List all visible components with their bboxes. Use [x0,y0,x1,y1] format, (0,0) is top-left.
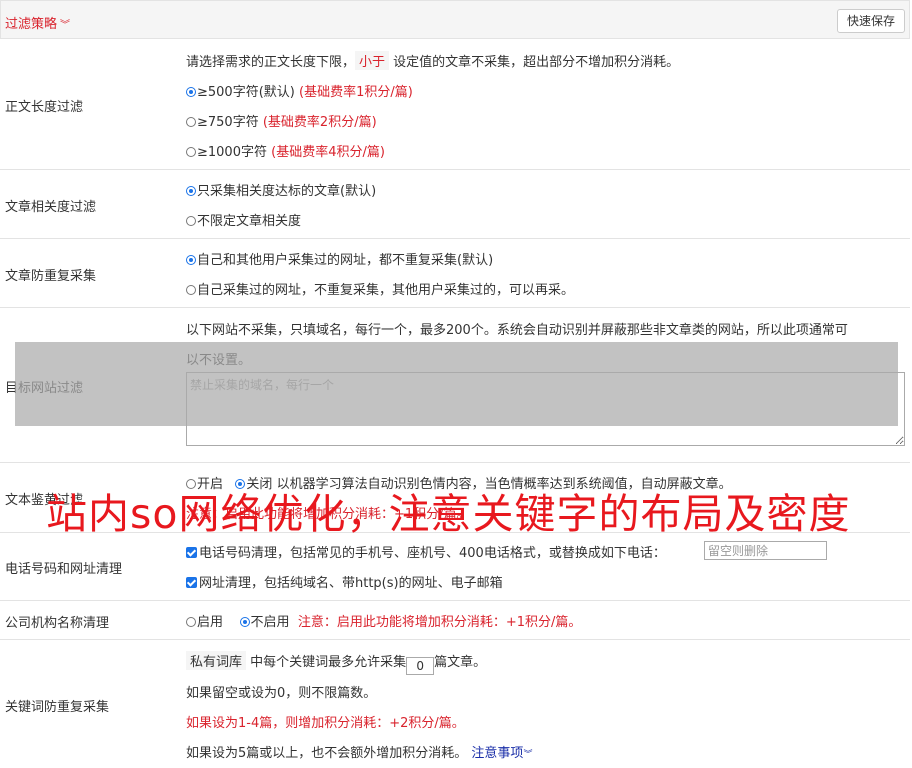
notes-link[interactable]: 注意事项︾ [471,746,532,761]
checkbox[interactable] [186,577,197,588]
length-desc-pre: 请选择需求的正文长度下限， [186,55,356,70]
option-text: 不启用 [250,615,290,630]
site-filter-label: 目标网站过滤 [5,381,84,396]
site-filter-desc-1: 以下网站不采集，只填域名，每行一个，最多200个。系统会自动识别并屏蔽那些非文章… [186,323,848,338]
notes-link-text: 注意事项 [471,746,524,761]
option-text: 只采集相关度达标的文章(默认) [197,184,377,199]
option-text: ≥1000字符 [197,145,267,160]
radio-button[interactable] [186,285,196,295]
dedupe-option-all[interactable]: 自己和其他用户采集过的网址，都不重复采集(默认) [186,249,493,268]
blocked-domains-textarea[interactable] [186,372,905,446]
company-clean-note: 注意：启用此功能将增加积分消耗：+1积分/篇。 [297,615,582,630]
header-title: 过滤策略 [5,17,58,32]
option-text: ≥500字符(默认) [197,85,295,100]
quick-save-button[interactable]: 快速保存 [836,9,905,33]
max-articles-input[interactable]: 0 [406,657,435,675]
contact-clean-label: 电话号码和网址清理 [5,562,123,577]
radio-button[interactable] [186,255,196,265]
checkbox[interactable] [186,547,197,558]
chevron-down-icon: ︾ [523,750,533,760]
keyword-line4-text: 如果设为5篇或以上，也不会额外增加积分消耗。 [186,746,468,761]
keyword-dedupe-label: 关键词防重复采集 [5,700,110,715]
length-filter-label: 正文长度过滤 [5,100,84,115]
radio-button[interactable] [186,617,196,627]
keyword-dedupe-line3: 如果设为1-4篇，则增加积分消耗：+2积分/篇。 [186,716,465,731]
length-option-750[interactable]: ≥750字符 (基础费率2积分/篇) [186,111,377,130]
length-desc-tag: 小于 [355,51,390,70]
company-clean-row: 公司机构名称清理 启用 不启用 注意：启用此功能将增加积分消耗：+1积分/篇。 [0,601,910,640]
filter-strategy-header: 过滤策略 ︾ 快速保存 [0,0,910,39]
length-filter-row: 正文长度过滤 请选择需求的正文长度下限， 小于 设定值的文章不采集，超出部分不增加… [0,40,910,170]
url-clean-option[interactable]: 网址清理，包括纯域名、带http(s)的网址、电子邮箱 [186,572,503,591]
option-note: (基础费率1积分/篇) [299,85,413,100]
site-filter-desc-2: 以不设置。 [186,353,252,368]
dedupe-row: 文章防重复采集 自己和其他用户采集过的网址，都不重复采集(默认) 自己采集过的网… [0,239,910,308]
radio-button[interactable] [186,216,196,226]
company-clean-label: 公司机构名称清理 [5,616,110,631]
dedupe-option-self[interactable]: 自己采集过的网址，不重复采集，其他用户采集过的，可以再采。 [186,279,574,298]
phone-clean-text: 电话号码清理，包括常见的手机号、座机号、400电话格式，或替换成如下电话： [199,546,666,561]
replacement-phone-input[interactable] [704,541,827,560]
phone-clean-option[interactable]: 电话号码清理，包括常见的手机号、座机号、400电话格式，或替换成如下电话： [186,542,666,561]
length-desc-post: 设定值的文章不采集，超出部分不增加积分消耗。 [393,55,680,70]
keyword-dedupe-row: 关键词防重复采集 私有词库 中每个关键词最多允许采集 0 篇文章。 如果留空或设为0… [0,640,910,768]
dedupe-label: 文章防重复采集 [5,269,97,284]
company-clean-off[interactable]: 不启用 [239,615,290,630]
company-clean-options: 启用 不启用 注意：启用此功能将增加积分消耗：+1积分/篇。 [186,611,581,630]
length-option-1000[interactable]: ≥1000字符 (基础费率4积分/篇) [186,141,385,160]
radio-button[interactable] [186,147,196,157]
option-text: 启用 [197,615,224,630]
option-note: (基础费率2积分/篇) [262,115,377,130]
relevance-option-unlimited[interactable]: 不限定文章相关度 [186,210,301,229]
length-filter-desc: 请选择需求的正文长度下限， 小于 设定值的文章不采集，超出部分不增加积分消耗。 [186,51,679,70]
url-clean-text: 网址清理，包括纯域名、带http(s)的网址、电子邮箱 [199,576,503,591]
private-lexicon-tag[interactable]: 私有词库 [186,651,247,670]
relevance-option-qualified[interactable]: 只采集相关度达标的文章(默认) [186,180,376,199]
company-clean-on[interactable]: 启用 [186,615,223,630]
radio-button[interactable] [239,617,250,627]
radio-button[interactable] [186,87,196,97]
filter-strategy-toggle[interactable]: 过滤策略 ︾ [5,13,70,32]
option-text: ≥750字符 [197,115,259,130]
option-note: (基础费率4积分/篇) [271,145,385,160]
chevron-down-icon: ︾ [60,20,71,31]
watermark-caption: 站内so网络优化，注意关键字的布局及密度 [46,490,851,538]
keyword-line1-mid: 中每个关键词最多允许采集 [250,655,407,670]
option-text: 自己和其他用户采集过的网址，都不重复采集(默认) [197,253,494,268]
keyword-dedupe-line1: 私有词库 中每个关键词最多允许采集 0 篇文章。 [186,651,486,675]
relevance-filter-row: 文章相关度过滤 只采集相关度达标的文章(默认) 不限定文章相关度 [0,170,910,239]
keyword-dedupe-line2: 如果留空或设为0，则不限篇数。 [186,686,377,701]
option-text: 自己采集过的网址，不重复采集，其他用户采集过的，可以再采。 [197,283,575,298]
keyword-dedupe-line4: 如果设为5篇或以上，也不会额外增加积分消耗。 注意事项︾ [186,742,532,761]
radio-button[interactable] [186,186,196,196]
relevance-filter-label: 文章相关度过滤 [5,200,97,215]
keyword-line1-post: 篇文章。 [434,655,487,670]
option-text: 不限定文章相关度 [197,214,302,229]
length-option-500[interactable]: ≥500字符(默认) (基础费率1积分/篇) [186,81,413,100]
radio-button[interactable] [186,117,196,127]
